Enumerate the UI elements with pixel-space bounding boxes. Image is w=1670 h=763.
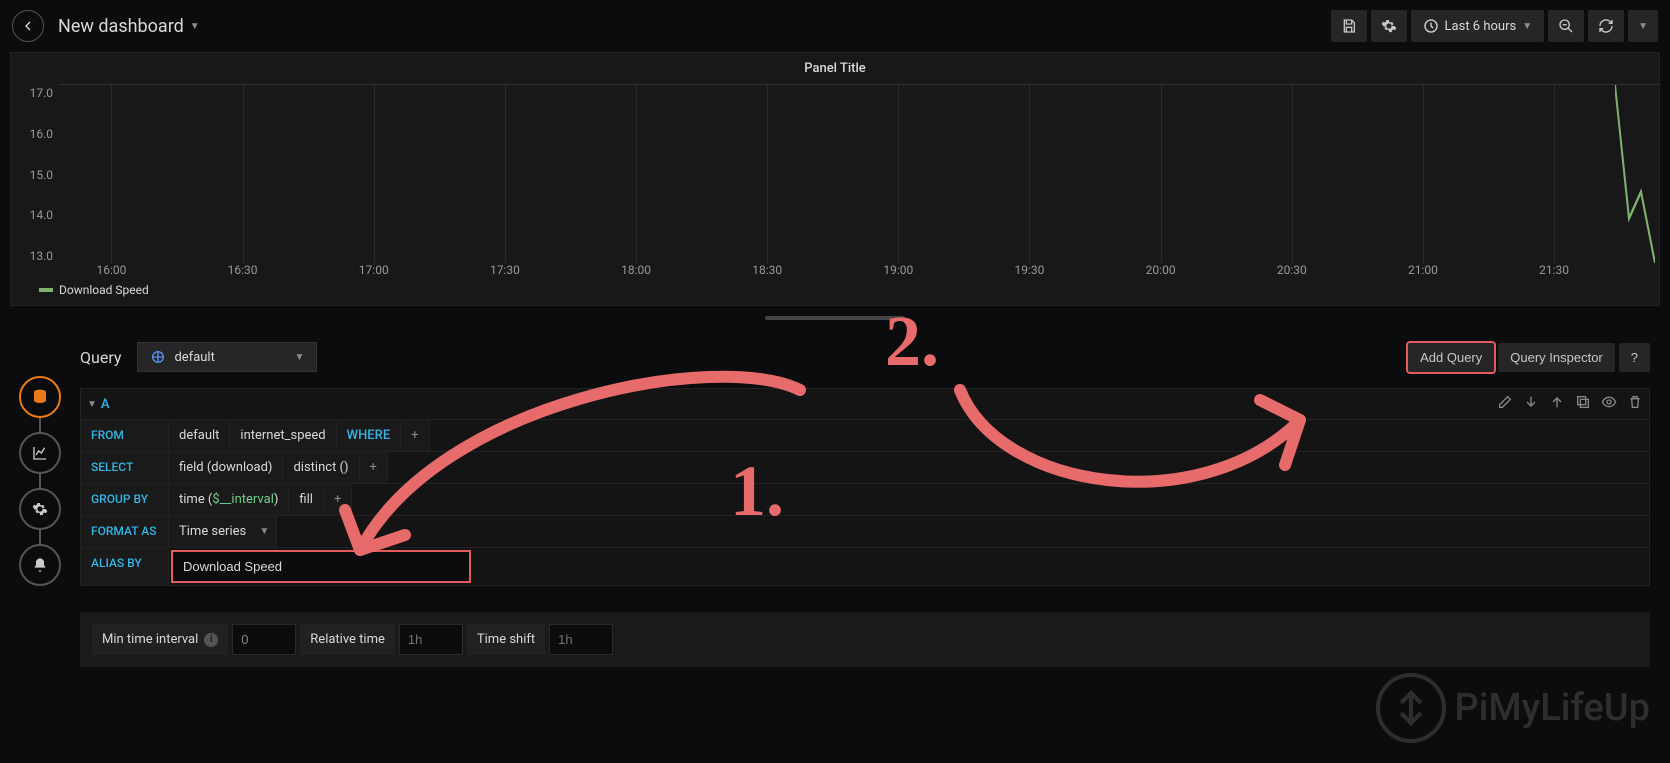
save-icon: [1341, 18, 1357, 34]
settings-button[interactable]: [1371, 10, 1407, 42]
save-button[interactable]: [1331, 10, 1367, 42]
edit-query-button[interactable]: [1497, 394, 1513, 414]
time-range-label: Last 6 hours: [1445, 19, 1517, 34]
add-query-button[interactable]: Add Query: [1408, 343, 1494, 372]
tab-alert[interactable]: [19, 544, 61, 586]
gear-icon: [32, 501, 48, 517]
select-label: SELECT: [81, 452, 169, 483]
query-ref-id: A: [101, 397, 110, 412]
graph-panel: Panel Title 17.016.015.014.013.0 16:0016…: [10, 52, 1660, 306]
watermark: PiMyLifeUp: [1376, 673, 1650, 743]
where-keyword[interactable]: WHERE: [337, 420, 402, 451]
gear-icon: [1381, 18, 1397, 34]
time-range-picker[interactable]: Last 6 hours ▼: [1411, 10, 1545, 42]
panel-title[interactable]: Panel Title: [11, 53, 1659, 84]
plot-area[interactable]: 16:0016:3017:0017:3018:0018:3019:0019:30…: [59, 84, 1659, 279]
refresh-button[interactable]: [1588, 10, 1624, 42]
trash-icon: [1627, 394, 1643, 410]
database-icon: [32, 389, 48, 405]
relative-time-label: Relative time: [300, 624, 395, 655]
duplicate-button[interactable]: [1575, 394, 1591, 414]
query-section-label: Query: [80, 348, 121, 367]
time-shift-input[interactable]: [549, 624, 613, 655]
arrow-up-icon: [1549, 394, 1565, 410]
tab-visualization[interactable]: [19, 432, 61, 474]
chevron-down-icon: ▼: [295, 352, 305, 363]
toggle-visibility-button[interactable]: [1601, 394, 1617, 414]
zoom-out-button[interactable]: [1548, 10, 1584, 42]
tab-general[interactable]: [19, 488, 61, 530]
collapse-icon: ▼: [87, 399, 97, 410]
query-body: FROM default internet_speed WHERE + SELE…: [80, 420, 1650, 586]
y-axis: 17.016.015.014.013.0: [11, 84, 59, 279]
min-interval-input[interactable]: [232, 624, 296, 655]
chart-area[interactable]: 17.016.015.014.013.0 16:0016:3017:0017:3…: [11, 84, 1659, 279]
watermark-icon: [1376, 673, 1446, 743]
dashboard-title-text: New dashboard: [58, 16, 184, 37]
time-interval-segment[interactable]: time ($__interval): [169, 484, 289, 515]
relative-time-input[interactable]: [399, 624, 463, 655]
pencil-icon: [1497, 394, 1513, 410]
dashboard-title[interactable]: New dashboard ▼: [58, 16, 200, 37]
fill-segment[interactable]: fill: [289, 484, 324, 515]
arrow-down-icon: [1523, 394, 1539, 410]
resize-handle[interactable]: [765, 316, 905, 320]
alias-label: ALIAS BY: [81, 548, 169, 585]
query-row-header[interactable]: ▼ A: [80, 388, 1650, 420]
groupby-add-button[interactable]: +: [324, 484, 352, 515]
move-up-button[interactable]: [1549, 394, 1565, 414]
chart-legend[interactable]: Download Speed: [11, 279, 1659, 305]
search-minus-icon: [1558, 18, 1574, 34]
delete-query-button[interactable]: [1627, 394, 1643, 414]
chevron-down-icon: ▼: [1522, 21, 1532, 32]
eye-icon: [1601, 394, 1617, 410]
alias-input[interactable]: [171, 550, 471, 583]
refresh-icon: [1598, 18, 1614, 34]
help-button[interactable]: ?: [1619, 343, 1650, 372]
grafana-ds-icon: [150, 349, 166, 365]
move-down-button[interactable]: [1523, 394, 1539, 414]
from-label: FROM: [81, 420, 169, 451]
info-icon[interactable]: i: [204, 633, 218, 647]
refresh-interval-button[interactable]: ▼: [1628, 10, 1658, 42]
chevron-down-icon: ▼: [1638, 21, 1648, 32]
legend-color-swatch: [39, 288, 53, 292]
back-button[interactable]: [12, 10, 44, 42]
clock-icon: [1423, 18, 1439, 34]
datasource-name: default: [174, 350, 214, 365]
where-add-button[interactable]: +: [401, 420, 429, 451]
legend-label: Download Speed: [59, 283, 149, 297]
time-shift-label: Time shift: [467, 624, 545, 655]
editor-tabs: [0, 334, 80, 667]
field-segment[interactable]: field (download): [169, 452, 283, 483]
retention-policy-segment[interactable]: default: [169, 420, 230, 451]
groupby-label: GROUP BY: [81, 484, 169, 515]
min-interval-label: Min time interval i: [92, 624, 228, 655]
chart-icon: [32, 445, 48, 461]
aggregation-segment[interactable]: distinct (): [283, 452, 359, 483]
copy-icon: [1575, 394, 1591, 410]
query-inspector-button[interactable]: Query Inspector: [1498, 343, 1615, 372]
format-label: FORMAT AS: [81, 516, 169, 547]
format-select[interactable]: Time series: [169, 516, 277, 547]
x-axis: 16:0016:3017:0017:3018:0018:3019:0019:30…: [59, 263, 1659, 279]
query-options-bar: Min time interval i Relative time Time s…: [80, 612, 1650, 667]
chevron-down-icon: ▼: [190, 21, 200, 32]
select-add-button[interactable]: +: [360, 452, 388, 483]
measurement-segment[interactable]: internet_speed: [230, 420, 336, 451]
tab-queries[interactable]: [19, 376, 61, 418]
bell-icon: [32, 557, 48, 573]
datasource-picker[interactable]: default ▼: [137, 342, 317, 372]
arrow-left-icon: [20, 18, 36, 34]
chart-line: [1615, 85, 1655, 263]
